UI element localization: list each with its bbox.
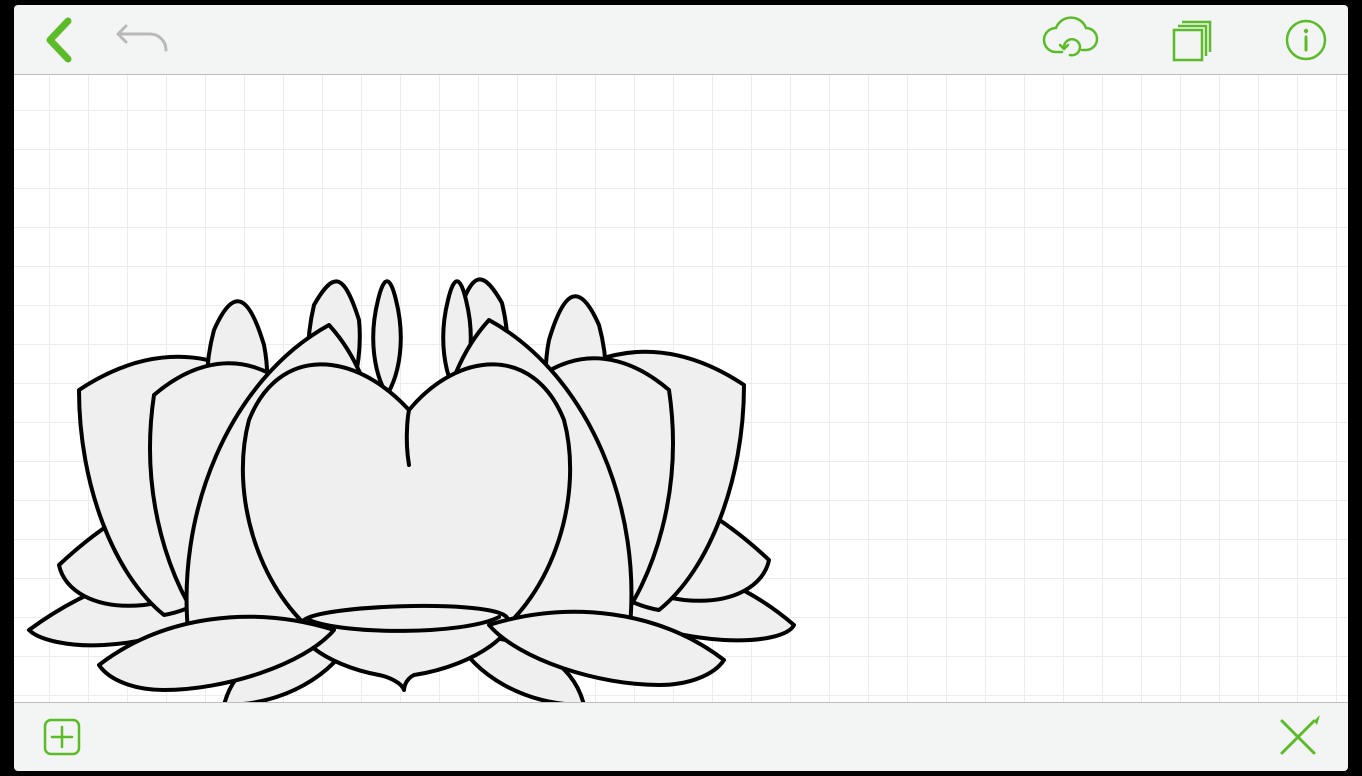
info-button[interactable] [1284, 18, 1328, 62]
top-toolbar [14, 5, 1348, 74]
chevron-left-icon [42, 17, 76, 63]
design-canvas[interactable] [14, 74, 1348, 703]
back-button[interactable] [42, 17, 76, 63]
canvas-object-lotus[interactable] [24, 235, 824, 703]
cut-tool-button[interactable] [1276, 715, 1320, 759]
cloud-sync-icon [1040, 16, 1100, 64]
add-button[interactable] [42, 717, 82, 757]
undo-icon [116, 20, 172, 60]
undo-button[interactable] [116, 20, 172, 60]
pages-icon [1168, 16, 1216, 64]
plus-square-icon [42, 717, 82, 757]
cloud-sync-button[interactable] [1040, 16, 1100, 64]
info-icon [1284, 18, 1328, 62]
scissors-pen-icon [1276, 715, 1320, 759]
app-frame [14, 5, 1348, 771]
bottom-toolbar [14, 703, 1348, 771]
pages-button[interactable] [1168, 16, 1216, 64]
lotus-flower-icon [24, 235, 824, 703]
